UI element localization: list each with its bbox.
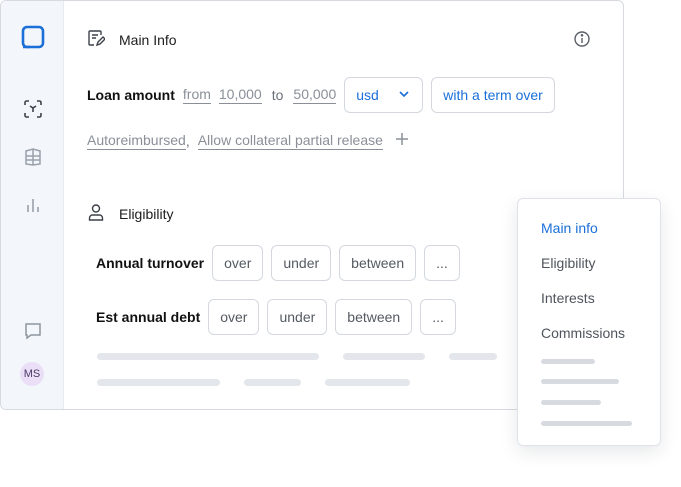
edit-note-icon — [87, 29, 106, 50]
debt-more-label: ... — [432, 309, 444, 325]
est-annual-debt-row: Est annual debt over under between ... — [96, 299, 456, 335]
nav-item-main-info[interactable]: Main info — [541, 220, 598, 236]
avatar[interactable]: MS — [20, 362, 44, 386]
target-icon[interactable] — [21, 97, 45, 121]
debt-more-button[interactable]: ... — [420, 299, 456, 335]
loan-amount-row: Loan amount from 10,000 to 50,000 usd wi… — [87, 77, 555, 113]
debt-between-label: between — [347, 309, 401, 325]
debt-over-label: over — [220, 309, 248, 325]
sidebar-rail: MS — [1, 1, 64, 409]
turnover-over-label: over — [224, 255, 252, 271]
loan-to-label: to — [271, 87, 284, 103]
section-nav-menu: Main info Eligibility Interests Commissi… — [517, 198, 661, 446]
debt-between-button[interactable]: between — [335, 299, 413, 335]
currency-select[interactable]: usd — [344, 77, 424, 113]
plus-icon[interactable] — [395, 130, 409, 151]
turnover-under-button[interactable]: under — [271, 245, 332, 281]
avatar-initials: MS — [23, 368, 41, 380]
app-logo-icon[interactable] — [21, 25, 45, 49]
options-row: Autoreimbursed , Allow collateral partia… — [87, 130, 409, 151]
skeleton-line — [541, 421, 632, 426]
eligibility-title: Eligibility — [119, 205, 174, 222]
skeleton-line — [541, 400, 601, 405]
nav-item-eligibility[interactable]: Eligibility — [541, 255, 595, 271]
option-autoreimbursed[interactable]: Autoreimbursed — [87, 132, 186, 150]
loan-amount-label: Loan amount — [87, 87, 175, 103]
main-info-title: Main Info — [119, 31, 177, 48]
annual-turnover-label: Annual turnover — [96, 255, 205, 271]
eligibility-header: Eligibility — [87, 203, 173, 224]
loan-to-input[interactable]: 50,000 — [293, 86, 337, 104]
user-icon — [87, 203, 105, 224]
loan-from-input[interactable]: 10,000 — [218, 86, 262, 104]
loan-from-label[interactable]: from — [182, 86, 211, 104]
debt-under-button[interactable]: under — [267, 299, 328, 335]
option-collateral-release[interactable]: Allow collateral partial release — [197, 132, 383, 150]
debt-under-label: under — [279, 309, 316, 325]
nav-item-interests[interactable]: Interests — [541, 290, 595, 306]
currency-value: usd — [356, 87, 379, 103]
turnover-between-label: between — [351, 255, 405, 271]
skeleton-line — [97, 379, 220, 386]
grid-icon[interactable] — [21, 145, 45, 169]
term-button-label: with a term over — [443, 87, 543, 103]
turnover-under-label: under — [283, 255, 320, 271]
main-info-header: Main Info — [87, 29, 177, 50]
option-separator: , — [185, 132, 190, 149]
turnover-between-button[interactable]: between — [339, 245, 417, 281]
chat-icon[interactable] — [21, 319, 45, 343]
skeleton-line — [343, 353, 425, 360]
debt-over-button[interactable]: over — [208, 299, 260, 335]
skeleton-line — [541, 359, 595, 364]
term-button[interactable]: with a term over — [431, 77, 555, 113]
nav-item-commissions[interactable]: Commissions — [541, 325, 625, 341]
est-annual-debt-label: Est annual debt — [96, 309, 201, 325]
turnover-over-button[interactable]: over — [212, 245, 264, 281]
annual-turnover-row: Annual turnover over under between ... — [96, 245, 460, 281]
skeleton-line — [97, 353, 319, 360]
skeleton-line — [449, 353, 497, 360]
chevron-down-icon — [397, 87, 411, 104]
skeleton-line — [244, 379, 301, 386]
turnover-more-label: ... — [436, 255, 448, 271]
skeleton-line — [325, 379, 410, 386]
turnover-more-button[interactable]: ... — [424, 245, 460, 281]
bar-chart-icon[interactable] — [21, 193, 45, 217]
info-icon[interactable] — [573, 30, 591, 53]
skeleton-line — [541, 379, 619, 384]
